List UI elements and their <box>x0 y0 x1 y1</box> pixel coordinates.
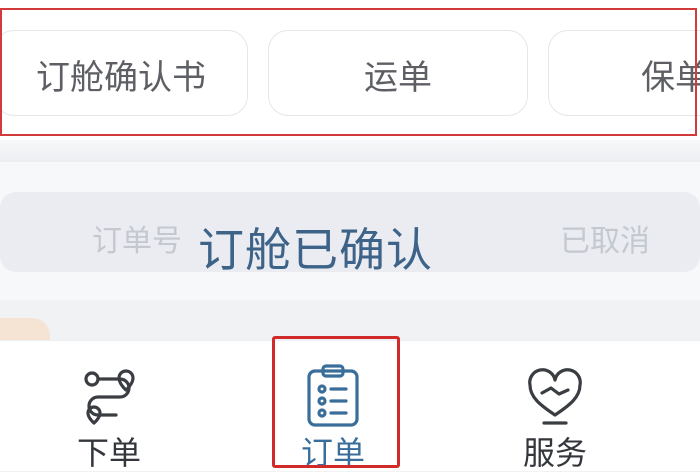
doc-tab-booking-confirmation[interactable]: 订舱确认书 <box>0 30 248 116</box>
nav-label: 下单 <box>76 434 141 472</box>
nav-item-orders[interactable]: 订单 <box>268 341 398 471</box>
document-tabs: 订舱确认书 运单 保单 <box>0 0 700 140</box>
heart-hand-icon <box>528 368 582 425</box>
nav-item-services[interactable]: 服务 <box>490 341 620 471</box>
doc-tab-label: 订舱确认书 <box>36 57 206 98</box>
bottom-navigation: 下单 订单 服务 <box>0 340 700 471</box>
route-icon <box>84 369 135 425</box>
nav-label: 订单 <box>300 434 365 472</box>
status-label: 订舱已确认 <box>198 223 433 277</box>
nav-label: 服务 <box>522 434 587 472</box>
clipboard-list-icon <box>307 364 359 427</box>
nav-item-place-order[interactable]: 下单 <box>44 341 174 471</box>
doc-tab-label: 运单 <box>364 57 432 98</box>
section-divider <box>0 140 700 162</box>
doc-tab-insurance[interactable]: 保单 <box>548 30 700 116</box>
order-filter-card: 订单号 已取消 订舱已确认 <box>0 162 700 300</box>
filter-tab-cancelled[interactable]: 已取消 <box>560 216 650 260</box>
doc-tab-waybill[interactable]: 运单 <box>268 30 528 116</box>
doc-tab-label: 保单 <box>641 57 700 98</box>
filter-tab-order-number[interactable]: 订单号 <box>92 216 182 260</box>
